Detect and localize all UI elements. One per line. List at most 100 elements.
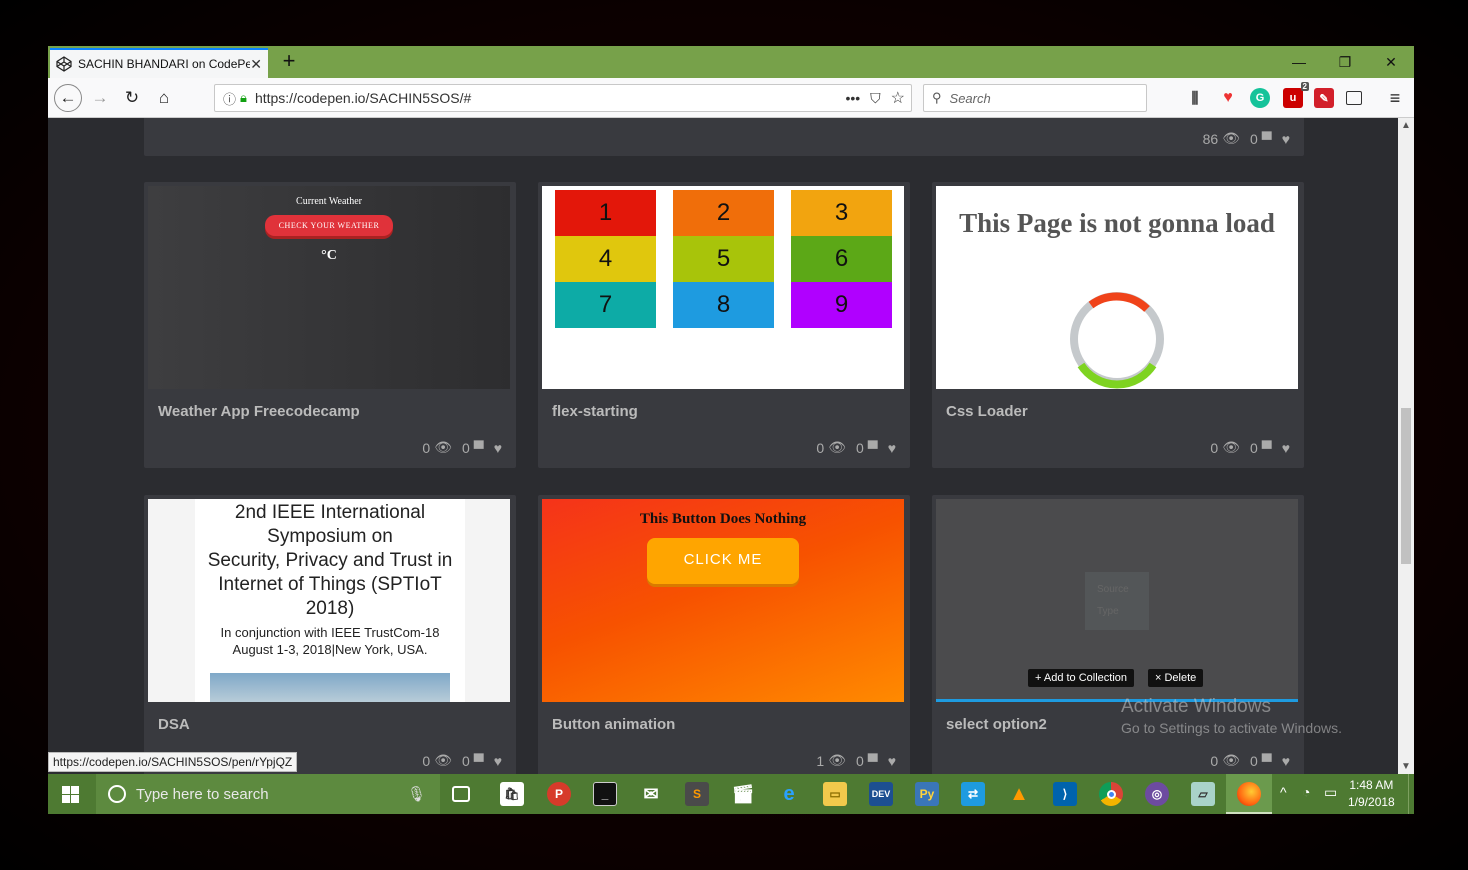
scroll-down-icon[interactable]: ▼ [1401, 761, 1411, 772]
clock[interactable]: 1:48 AM 1/9/2018 [1348, 777, 1395, 811]
pen-title[interactable]: flex-starting [552, 403, 638, 420]
task-view-icon[interactable] [452, 786, 470, 802]
dsa-line4: Internet of Things (SPTIoT [218, 574, 442, 595]
pocket-app-icon[interactable]: P [547, 782, 571, 806]
teamviewer-icon[interactable]: ⇄ [961, 782, 985, 806]
terminal-icon[interactable]: _ [593, 782, 617, 806]
pen-title[interactable]: Css Loader [946, 403, 1028, 420]
flex-grid: 123 456 789 [555, 190, 892, 328]
heart-icon[interactable]: ♥ [1282, 440, 1290, 456]
edge-icon[interactable]: e [777, 782, 801, 806]
page-scrollbar[interactable]: ▲ ▼ [1398, 118, 1414, 774]
dsa-line3: Security, Privacy and Trust in [207, 550, 453, 571]
desktop-frame: SACHIN BHANDARI on CodePen ✕ + — ❐ ✕ ← →… [0, 0, 1468, 870]
sublime-icon[interactable]: S [685, 782, 709, 806]
heart-icon[interactable]: ♥ [1282, 131, 1290, 147]
back-arrow-icon[interactable]: ← [54, 84, 82, 112]
clock-time: 1:48 AM [1349, 778, 1394, 792]
info-icon[interactable]: ⓘ [223, 89, 236, 108]
eye-icon: 👁︎ [434, 752, 452, 768]
reload-icon[interactable]: ↻ [118, 84, 146, 112]
heart-extension-icon[interactable]: ♥ [1218, 88, 1238, 108]
chrome-icon[interactable] [1099, 782, 1123, 806]
pen-preview[interactable]: This Button Does Nothing CLICK ME [542, 499, 904, 702]
vscode-icon[interactable]: ⟩ [1053, 782, 1077, 806]
show-desktop-button[interactable] [1408, 774, 1414, 814]
pen-card[interactable]: This Button Does Nothing CLICK ME Button… [538, 495, 910, 774]
pen-card[interactable]: 2nd IEEE International Symposium on Secu… [144, 495, 516, 774]
home-icon[interactable]: ⌂ [150, 84, 178, 112]
heart-icon[interactable]: ♥ [888, 440, 896, 456]
firefox-icon [1237, 782, 1261, 806]
restore-icon[interactable]: ❐ [1322, 50, 1368, 74]
store-icon[interactable]: 🛍︎ [500, 782, 524, 806]
delete-button[interactable]: × Delete [1148, 669, 1204, 687]
scrollbar-thumb[interactable] [1401, 408, 1411, 564]
edit-extension-icon[interactable]: ✎ [1314, 88, 1334, 108]
tab-codepen[interactable]: SACHIN BHANDARI on CodePen ✕ [50, 48, 268, 78]
page-actions-icon[interactable]: ••• [845, 90, 860, 106]
forward-arrow-icon[interactable]: → [86, 84, 114, 112]
new-tab-button[interactable]: + [276, 50, 302, 74]
devcpp-icon[interactable]: DEV [869, 782, 893, 806]
pen-preview[interactable]: 2nd IEEE International Symposium on Secu… [148, 499, 510, 702]
pen-title[interactable]: select option2 [946, 716, 1047, 733]
flex-cell: 4 [555, 236, 656, 282]
pen-stats: 0 👁︎ 0 ▀ ♥ [422, 439, 502, 456]
tray-chevron-icon[interactable]: ^ [1280, 784, 1287, 800]
scroll-up-icon[interactable]: ▲ [1401, 120, 1411, 131]
watermark-sub: Go to Settings to activate Windows. [1121, 720, 1342, 736]
video-icon[interactable]: 🎬︎ [731, 782, 755, 806]
pen-preview[interactable]: 123 456 789 [542, 186, 904, 389]
heart-icon[interactable]: ♥ [494, 440, 502, 456]
close-window-icon[interactable]: ✕ [1368, 50, 1414, 74]
microphone-icon[interactable]: 🎙︎ [407, 785, 426, 803]
bookmark-star-icon[interactable]: ☆ [891, 88, 905, 108]
add-to-collection-button[interactable]: + Add to Collection [1028, 669, 1135, 687]
heart-icon[interactable]: ♥ [494, 753, 502, 769]
sidebar-icon[interactable] [1346, 91, 1362, 105]
pen-preview[interactable]: Source Type + Add to Collection × Delete [936, 499, 1298, 702]
comment-icon: ▀ [473, 752, 484, 769]
pen-card[interactable]: 123456789 flex-starting 0 👁︎ 0 ▀ ♥ [538, 182, 910, 468]
heart-icon[interactable]: ♥ [888, 753, 896, 769]
notes-icon[interactable]: ▱ [1191, 782, 1215, 806]
vlc-icon[interactable]: ▲ [1007, 782, 1031, 806]
eye-icon: 👁︎ [828, 439, 846, 455]
pen-title[interactable]: Button animation [552, 716, 675, 733]
heart-icon[interactable]: ♥ [1282, 753, 1290, 769]
taskbar-search[interactable]: Type here to search 🎙︎ [96, 774, 440, 814]
pen-preview[interactable]: This Page is not gonna load [936, 186, 1298, 389]
mail-icon[interactable]: ✉ [639, 782, 663, 806]
pen-card[interactable]: Current Weather CHECK YOUR WEATHER °C We… [144, 182, 516, 468]
pocket-icon[interactable]: ⛉ [870, 90, 881, 107]
ublock-icon[interactable]: u2 [1283, 82, 1309, 108]
pen-title[interactable]: DSA [158, 716, 190, 733]
minimize-icon[interactable]: — [1276, 50, 1322, 74]
views-count: 0 [422, 439, 431, 456]
library-icon[interactable]: ⫼ [1185, 88, 1205, 108]
status-bar-url: https://codepen.io/SACHIN5SOS/pen/rYpjQZ [48, 752, 298, 772]
file-explorer-icon[interactable]: ▭ [823, 782, 847, 806]
comments-count: 0 [461, 439, 470, 456]
activate-windows-watermark: Activate Windows Go to Settings to activ… [1121, 696, 1342, 736]
url-text: https://codepen.io/SACHIN5SOS/# [254, 90, 472, 106]
network-icon[interactable]: ◔ [1302, 784, 1310, 800]
pen-title[interactable]: Weather App Freecodecamp [158, 403, 360, 420]
cortana-icon [108, 785, 126, 803]
windows-start-icon[interactable] [62, 786, 80, 803]
pen-card[interactable]: This Page is not gonna load Css Loader 0… [932, 182, 1304, 468]
url-bar[interactable]: ⓘ 🔒︎ https://codepen.io/SACHIN5SOS/# •••… [214, 84, 912, 112]
pen-preview[interactable]: Current Weather CHECK YOUR WEATHER °C [148, 186, 510, 389]
github-icon[interactable]: ◎ [1145, 782, 1169, 806]
grammarly-icon[interactable]: G [1250, 88, 1270, 108]
search-bar[interactable]: ⚲ Search [923, 84, 1147, 112]
comments-count: 0 [1249, 439, 1258, 456]
python-icon[interactable]: Py [915, 782, 939, 806]
menu-icon[interactable]: ≡ [1385, 88, 1405, 108]
close-tab-icon[interactable]: ✕ [250, 56, 262, 73]
views-count: 86 [1202, 130, 1219, 147]
firefox-taskbar-button[interactable] [1226, 774, 1272, 814]
views-count: 0 [422, 752, 431, 769]
battery-icon[interactable]: ▭ [1324, 784, 1337, 801]
